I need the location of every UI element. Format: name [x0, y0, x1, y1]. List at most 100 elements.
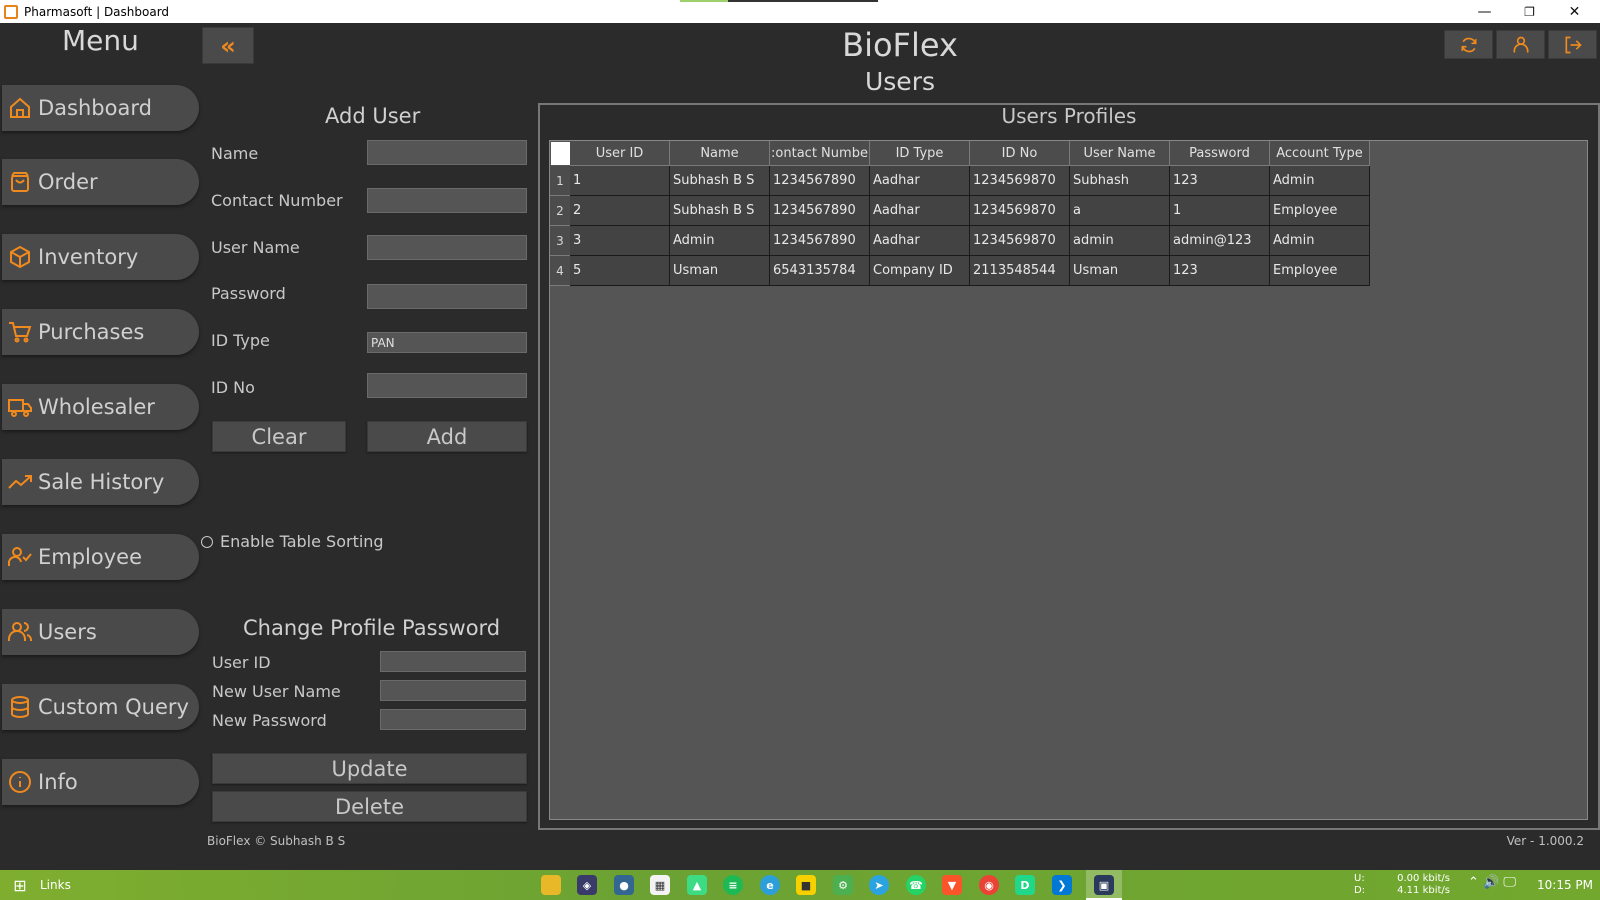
- table-cell[interactable]: Admin: [1270, 166, 1370, 196]
- sidebar-item-order[interactable]: Order: [2, 159, 199, 205]
- table-cell[interactable]: 1: [1170, 196, 1270, 226]
- table-cell[interactable]: 1234569870: [970, 226, 1070, 256]
- python-app-icon[interactable]: ▣: [1094, 875, 1114, 895]
- table-cell[interactable]: Usman: [1070, 256, 1170, 286]
- table-cell[interactable]: Subhash B S: [670, 196, 770, 226]
- table-cell[interactable]: Employee: [1270, 256, 1370, 286]
- close-button[interactable]: ✕: [1552, 0, 1597, 23]
- telegram-icon[interactable]: ➤: [869, 875, 889, 895]
- table-cell[interactable]: 1234567890: [770, 226, 870, 256]
- brave-icon[interactable]: ▼: [942, 875, 962, 895]
- table-cell[interactable]: Admin: [1270, 226, 1370, 256]
- system-tray-icons[interactable]: ⌃ 🔊 🖵: [1468, 876, 1516, 889]
- table-cell[interactable]: 6543135784: [770, 256, 870, 286]
- table-cell[interactable]: Aadhar: [870, 226, 970, 256]
- edge-icon[interactable]: e: [760, 875, 780, 895]
- table-cell[interactable]: Usman: [670, 256, 770, 286]
- postgres-icon[interactable]: ●: [614, 875, 634, 895]
- links-toolbar[interactable]: Links: [40, 878, 71, 892]
- column-header-name[interactable]: Name: [670, 141, 770, 166]
- android-studio-icon[interactable]: ▲: [687, 875, 707, 895]
- table-row[interactable]: 4 5 Usman 6543135784 Company ID 21135485…: [550, 256, 1370, 286]
- table-select-all-corner[interactable]: [551, 142, 570, 165]
- table-cell[interactable]: 1234567890: [770, 196, 870, 226]
- restore-button[interactable]: ❐: [1507, 0, 1552, 23]
- table-cell[interactable]: 123: [1170, 256, 1270, 286]
- row-number[interactable]: 4: [550, 256, 570, 286]
- sidebar-item-purchases[interactable]: Purchases: [2, 309, 199, 355]
- vscode-icon[interactable]: ❯: [1052, 875, 1072, 895]
- id-no-input[interactable]: [367, 373, 527, 398]
- name-input[interactable]: [367, 140, 527, 165]
- table-cell[interactable]: Employee: [1270, 196, 1370, 226]
- file-explorer-icon[interactable]: [541, 875, 561, 895]
- sidebar-item-dashboard[interactable]: Dashboard: [2, 85, 199, 131]
- table-cell[interactable]: 2113548544: [970, 256, 1070, 286]
- row-number[interactable]: 3: [550, 226, 570, 256]
- table-cell[interactable]: Subhash B S: [670, 166, 770, 196]
- datagrip-icon[interactable]: D: [1015, 875, 1035, 895]
- change-user-id-input[interactable]: [380, 651, 526, 672]
- table-cell[interactable]: Admin: [670, 226, 770, 256]
- table-cell[interactable]: 123: [1170, 166, 1270, 196]
- unity-icon[interactable]: ◈: [577, 875, 597, 895]
- sidebar-item-info[interactable]: Info: [2, 759, 199, 805]
- id-type-select[interactable]: PAN: [367, 332, 527, 353]
- table-cell[interactable]: Company ID: [870, 256, 970, 286]
- table-cell[interactable]: 3: [570, 226, 670, 256]
- sticky-notes-icon[interactable]: ■: [796, 875, 816, 895]
- new-user-name-input[interactable]: [380, 680, 526, 701]
- sidebar-item-inventory[interactable]: Inventory: [2, 234, 199, 280]
- users-table[interactable]: User ID Name :ontact Numbe ID Type ID No…: [549, 140, 1588, 820]
- column-header-contact-number[interactable]: :ontact Numbe: [770, 141, 870, 166]
- chrome-icon[interactable]: ◉: [979, 875, 999, 895]
- spotify-icon[interactable]: ≡: [723, 875, 743, 895]
- table-cell[interactable]: 1: [570, 166, 670, 196]
- sidebar-item-wholesaler[interactable]: Wholesaler: [2, 384, 199, 430]
- update-button[interactable]: Update: [212, 753, 527, 784]
- row-number[interactable]: 2: [550, 196, 570, 226]
- column-header-password[interactable]: Password: [1170, 141, 1270, 166]
- table-cell[interactable]: Aadhar: [870, 166, 970, 196]
- table-cell[interactable]: Aadhar: [870, 196, 970, 226]
- column-header-user-id[interactable]: User ID: [570, 141, 670, 166]
- row-number[interactable]: 1: [550, 166, 570, 196]
- table-cell[interactable]: admin: [1070, 226, 1170, 256]
- column-header-account-type[interactable]: Account Type: [1270, 141, 1370, 166]
- sidebar-item-sale-history[interactable]: Sale History: [2, 459, 199, 505]
- sidebar-item-custom-query[interactable]: Custom Query: [2, 684, 199, 730]
- table-cell[interactable]: 2: [570, 196, 670, 226]
- windows-start-icon[interactable]: ⊞: [0, 870, 40, 900]
- password-input[interactable]: [367, 284, 527, 309]
- column-header-id-type[interactable]: ID Type: [870, 141, 970, 166]
- refresh-button[interactable]: [1444, 30, 1493, 59]
- enable-table-sorting-toggle[interactable]: Enable Table Sorting: [201, 532, 384, 551]
- table-cell[interactable]: admin@123: [1170, 226, 1270, 256]
- clock[interactable]: 10:15 PM: [1537, 878, 1593, 892]
- sidebar-item-employee[interactable]: Employee: [2, 534, 199, 580]
- column-header-id-no[interactable]: ID No: [970, 141, 1070, 166]
- new-password-input[interactable]: [380, 709, 526, 730]
- profile-button[interactable]: [1496, 30, 1545, 59]
- add-button[interactable]: Add: [367, 421, 527, 452]
- table-row[interactable]: 1 1 Subhash B S 1234567890 Aadhar 123456…: [550, 166, 1370, 196]
- sidebar-item-users[interactable]: Users: [2, 609, 199, 655]
- user-name-input[interactable]: [367, 235, 527, 260]
- delete-button[interactable]: Delete: [212, 791, 527, 822]
- table-cell[interactable]: 5: [570, 256, 670, 286]
- table-cell[interactable]: 1234567890: [770, 166, 870, 196]
- minimize-button[interactable]: —: [1462, 0, 1507, 23]
- clear-button[interactable]: Clear: [212, 421, 346, 452]
- android-icon[interactable]: ⚙: [833, 875, 853, 895]
- logout-button[interactable]: [1548, 30, 1597, 59]
- table-cell[interactable]: 1234569870: [970, 166, 1070, 196]
- table-cell[interactable]: 1234569870: [970, 196, 1070, 226]
- store-icon[interactable]: ▦: [650, 875, 670, 895]
- table-row[interactable]: 3 3 Admin 1234567890 Aadhar 1234569870 a…: [550, 226, 1370, 256]
- whatsapp-icon[interactable]: ☎: [906, 875, 926, 895]
- column-header-user-name[interactable]: User Name: [1070, 141, 1170, 166]
- contact-number-input[interactable]: [367, 188, 527, 213]
- table-row[interactable]: 2 2 Subhash B S 1234567890 Aadhar 123456…: [550, 196, 1370, 226]
- table-cell[interactable]: Subhash: [1070, 166, 1170, 196]
- collapse-menu-button[interactable]: «: [202, 27, 254, 64]
